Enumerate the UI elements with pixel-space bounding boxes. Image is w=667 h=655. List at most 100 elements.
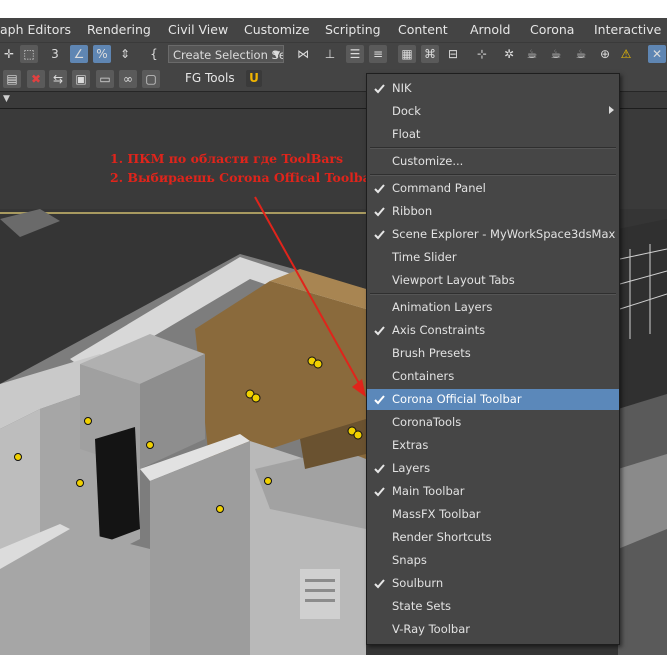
curve-editor-icon[interactable]: ▦ [398, 45, 416, 63]
menu-item-layers[interactable]: Layers [367, 458, 619, 479]
snap-3d-icon[interactable]: 3 [46, 45, 64, 63]
menu-item-label: CoronaTools [392, 415, 462, 429]
menu-item-nik[interactable]: NIK [367, 78, 619, 99]
menu-item-label: Animation Layers [392, 300, 493, 314]
menu-item-main-toolbar[interactable]: Main Toolbar [367, 481, 619, 502]
menu-item-label: Extras [392, 438, 429, 452]
checkmark-icon [374, 395, 385, 405]
glasses-icon[interactable]: ∞ [119, 70, 137, 88]
menu-item-render-shortcuts[interactable]: Render Shortcuts [367, 527, 619, 548]
menu-item-coronatools[interactable]: CoronaTools [367, 412, 619, 433]
menu-item-time-slider[interactable]: Time Slider [367, 247, 619, 268]
menu-item-animation-layers[interactable]: Animation Layers [367, 297, 619, 318]
menu-corona[interactable]: Corona [530, 22, 574, 37]
move-icon[interactable]: ✛ [0, 45, 18, 63]
lock-icon[interactable]: ⊕ [596, 45, 614, 63]
align-icon[interactable]: ⊥ [321, 45, 339, 63]
menu-item-label: Main Toolbar [392, 484, 465, 498]
toolbar-context-menu: NIK Dock Float Customize... Command Pane… [366, 73, 620, 645]
menu-item-label: Layers [392, 461, 431, 475]
percent-snap-icon[interactable]: % [93, 45, 111, 63]
menu-item-containers[interactable]: Containers [367, 366, 619, 387]
menu-item-label: Viewport Layout Tabs [392, 273, 515, 287]
menu-item-axis-constraints[interactable]: Axis Constraints [367, 320, 619, 341]
menu-item-corona-official-toolbar[interactable]: Corona Official Toolbar [367, 389, 619, 410]
spinner-snap-icon[interactable]: ⇕ [116, 45, 134, 63]
select-icon[interactable]: ⬚ [20, 45, 38, 63]
menu-interactive[interactable]: Interactive [594, 22, 661, 37]
submenu-arrow-icon [609, 106, 614, 114]
checkmark-icon [374, 207, 385, 217]
menu-item-label: V-Ray Toolbar [392, 622, 471, 636]
render-setup-icon[interactable]: ⊹ [473, 45, 491, 63]
menu-item-label: Containers [392, 369, 455, 383]
menu-rendering[interactable]: Rendering [87, 22, 151, 37]
checkmark-icon [374, 184, 385, 194]
menu-item-vray-toolbar[interactable]: V-Ray Toolbar [367, 619, 619, 640]
menu-item-label: Corona Official Toolbar [392, 392, 522, 406]
swap-icon[interactable]: ⇆ [49, 70, 67, 88]
u-icon[interactable]: U [246, 70, 262, 87]
menu-item-dock[interactable]: Dock [367, 101, 619, 122]
menu-arnold[interactable]: Arnold [470, 22, 510, 37]
menu-item-customize[interactable]: Customize... [367, 151, 619, 172]
menu-item-label: Time Slider [392, 250, 457, 264]
grid-icon[interactable]: ▤ [3, 70, 21, 88]
menu-item-label: Render Shortcuts [392, 530, 492, 544]
menu-separator [370, 147, 616, 149]
menu-customize[interactable]: Customize [244, 22, 310, 37]
checkmark-icon [374, 487, 385, 497]
menu-item-extras[interactable]: Extras [367, 435, 619, 456]
menu-separator [370, 174, 616, 176]
menu-item-scene-explorer[interactable]: Scene Explorer - MyWorkSpace3dsMax [367, 224, 619, 245]
chevron-down-icon: ▼ [273, 50, 280, 60]
menu-item-float[interactable]: Float [367, 124, 619, 145]
menu-item-state-sets[interactable]: State Sets [367, 596, 619, 617]
menu-item-label: MassFX Toolbar [392, 507, 481, 521]
menu-item-label: Dock [392, 104, 421, 118]
menu-content[interactable]: Content [398, 22, 448, 37]
menu-graph-editors[interactable]: aph Editors [0, 22, 71, 37]
warning-icon[interactable]: ⚠ [617, 45, 635, 63]
delete-icon[interactable]: ✖ [27, 70, 45, 88]
checkmark-icon [374, 84, 385, 94]
close-icon[interactable]: ✕ [648, 45, 666, 63]
render-active-shade-icon[interactable]: ☕ [572, 45, 590, 63]
window-top-strip [0, 0, 667, 18]
menu-item-label: Command Panel [392, 181, 486, 195]
ribbon-toggle-icon[interactable]: ≡ [369, 45, 387, 63]
menu-item-label: Scene Explorer - MyWorkSpace3dsMax [392, 227, 616, 241]
render-frame-icon[interactable]: ✲ [500, 45, 518, 63]
menu-item-ribbon[interactable]: Ribbon [367, 201, 619, 222]
viewport-menu-icon[interactable]: ▼ [3, 94, 10, 104]
menu-item-soulburn[interactable]: Soulburn [367, 573, 619, 594]
box-icon[interactable]: ▢ [142, 70, 160, 88]
menu-item-snaps[interactable]: Snaps [367, 550, 619, 571]
frame-icon[interactable]: ▭ [96, 70, 114, 88]
menu-item-label: State Sets [392, 599, 451, 613]
layer-manager-icon[interactable]: ☰ [346, 45, 364, 63]
menu-item-label: Brush Presets [392, 346, 471, 360]
menu-bar: aph Editors Rendering Civil View Customi… [0, 18, 667, 42]
menu-scripting[interactable]: Scripting [325, 22, 381, 37]
menu-item-label: NIK [392, 81, 412, 95]
edit-named-selection-icon[interactable]: { [145, 45, 163, 63]
picture-icon[interactable]: ▣ [72, 70, 90, 88]
render-iterative-icon[interactable]: ☕ [547, 45, 565, 63]
menu-item-command-panel[interactable]: Command Panel [367, 178, 619, 199]
checkmark-icon [374, 464, 385, 474]
menu-item-brush-presets[interactable]: Brush Presets [367, 343, 619, 364]
menu-item-label: Customize... [392, 154, 464, 168]
angle-snap-icon[interactable]: ∠ [70, 45, 88, 63]
render-production-icon[interactable]: ☕ [523, 45, 541, 63]
selection-set-dropdown[interactable]: Create Selection Se ▼ [168, 45, 284, 63]
annotation-line-2: 2. Выбираешь Corona Offical Toolbar [110, 170, 378, 185]
material-editor-icon[interactable]: ⊟ [444, 45, 462, 63]
menu-item-viewport-layout-tabs[interactable]: Viewport Layout Tabs [367, 270, 619, 291]
menu-civil-view[interactable]: Civil View [168, 22, 228, 37]
fg-tools-label[interactable]: FG Tools [185, 71, 235, 85]
schematic-view-icon[interactable]: ⌘ [421, 45, 439, 63]
mirror-icon[interactable]: ⋈ [294, 45, 312, 63]
menu-item-massfx-toolbar[interactable]: MassFX Toolbar [367, 504, 619, 525]
menu-separator [370, 293, 616, 295]
